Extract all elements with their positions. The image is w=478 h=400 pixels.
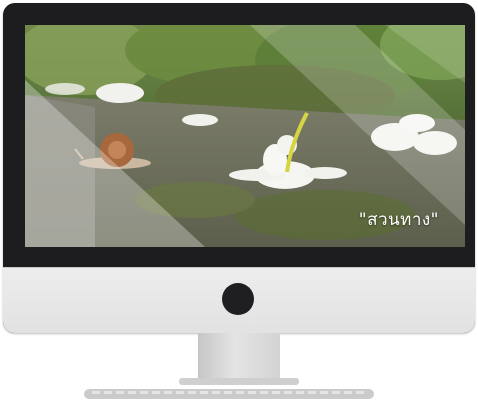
monitor-chin	[3, 267, 475, 333]
keyboard	[84, 389, 374, 399]
monitor-stand	[198, 333, 280, 381]
video-screen[interactable]: "สวนทาง"	[25, 25, 465, 247]
video-caption: "สวนทาง"	[358, 210, 439, 230]
imac-monitor: "สวนทาง"	[3, 3, 475, 333]
stand-base	[179, 378, 299, 385]
keyboard-keys	[92, 391, 366, 394]
camera-dot-icon	[222, 283, 254, 315]
